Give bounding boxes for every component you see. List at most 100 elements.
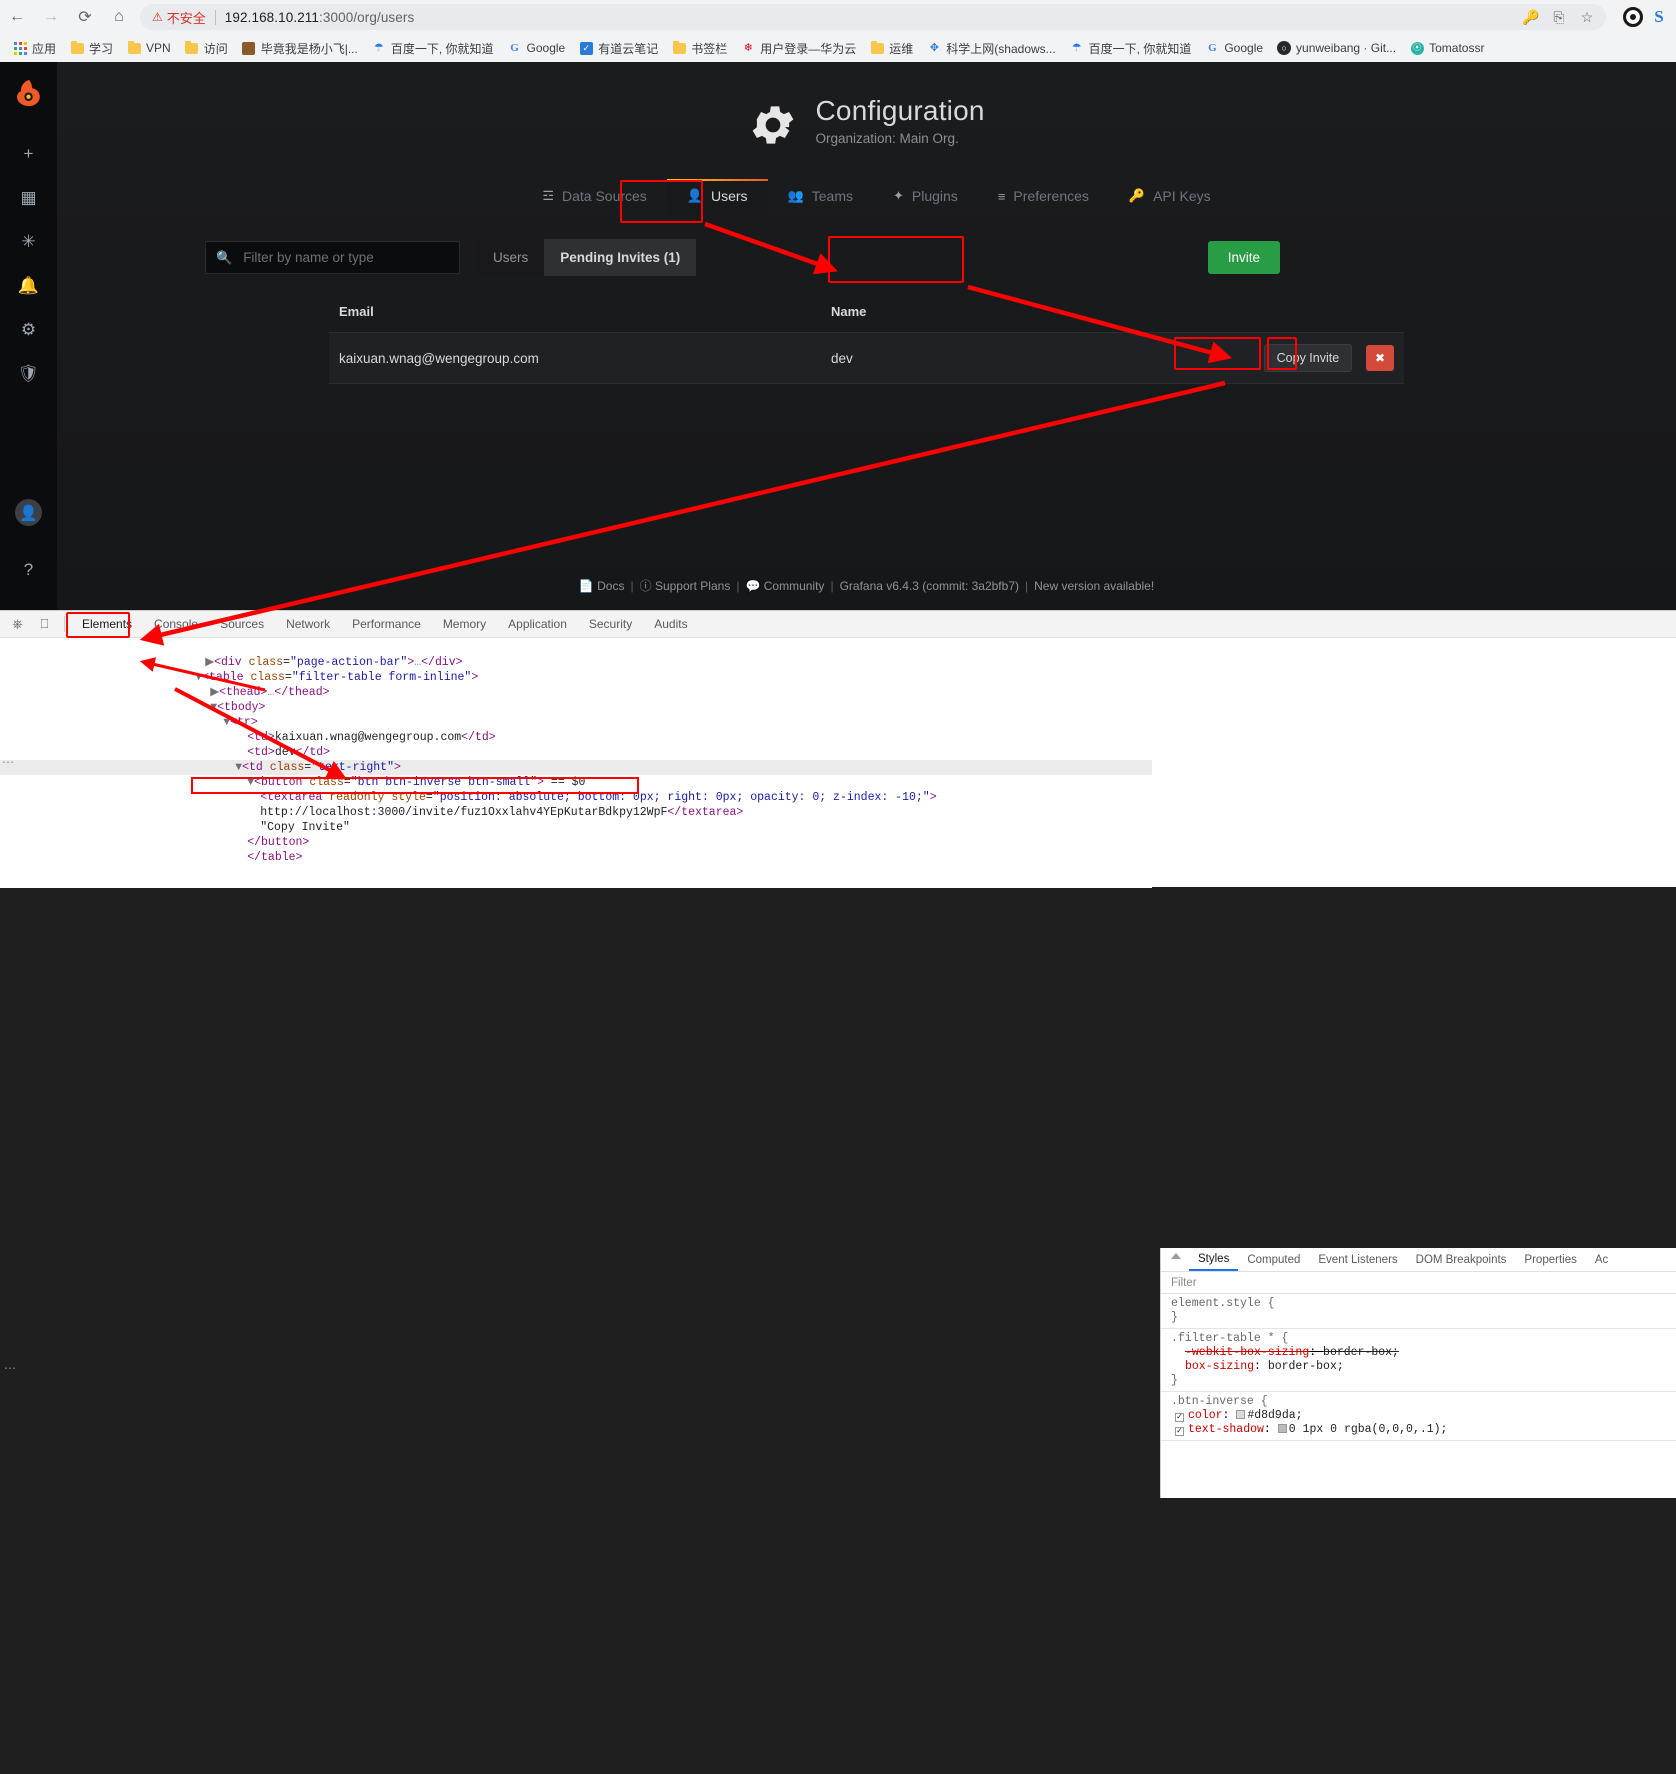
tab-data-sources[interactable]: ☲ Data Sources xyxy=(522,179,666,215)
omnibox-divider xyxy=(214,9,216,25)
sidebar-user-avatar[interactable]: 👤 xyxy=(15,499,42,526)
styles-tab-event-listeners[interactable]: Event Listeners xyxy=(1309,1248,1406,1271)
bookmark-shadowsocks[interactable]: ✥ 科学上网(shadows... xyxy=(920,36,1062,60)
style-rule[interactable]: element.style { } xyxy=(1161,1294,1676,1329)
devtools-tab-performance[interactable]: Performance xyxy=(341,611,432,637)
sidebar-item-alerting[interactable]: 🔔 xyxy=(0,264,57,308)
tab-preferences[interactable]: ≡ Preferences xyxy=(978,179,1109,215)
style-rule[interactable]: .btn-inverse { ✓ color: #d8d9da; ✓ text-sh… xyxy=(1161,1392,1676,1441)
bookmark-tomatossr[interactable]: ⦿ Tomatossr xyxy=(1403,36,1491,60)
dom-line[interactable]: </table> xyxy=(0,835,1152,864)
bookmark-huawei[interactable]: ❄ 用户登录—华为云 xyxy=(734,36,863,60)
filter-search-box[interactable]: 🔍 xyxy=(205,241,460,274)
sidebar-item-explore[interactable]: ✳ xyxy=(0,220,57,264)
bookmark-youdao[interactable]: ✓ 有道云笔记 xyxy=(572,36,665,60)
key-icon[interactable]: 🔑 xyxy=(1518,4,1544,30)
bookmark-vpn[interactable]: VPN xyxy=(120,36,178,60)
devtools-tab-security[interactable]: Security xyxy=(578,611,643,637)
dom-line[interactable]: </button> xyxy=(0,820,1152,849)
devtools-tab-application[interactable]: Application xyxy=(497,611,578,637)
bookmark-label: Google xyxy=(526,41,566,55)
sidebar-item-dashboards[interactable]: ▦ xyxy=(0,176,57,220)
devtools-tab-console[interactable]: Console xyxy=(143,611,209,637)
invite-button[interactable]: Invite xyxy=(1207,241,1280,274)
footer-support-link[interactable]: Support Plans xyxy=(655,579,730,593)
sidebar-help-icon[interactable]: ? xyxy=(0,548,57,592)
table-header-row: Email Name xyxy=(329,298,1404,333)
styles-tab-properties[interactable]: Properties xyxy=(1515,1248,1585,1271)
google-icon: G xyxy=(1208,41,1217,54)
devtools-tab-elements[interactable]: Elements xyxy=(71,611,143,637)
tab-teams[interactable]: 👥 Teams xyxy=(768,179,873,215)
translate-icon[interactable]: ⎘ xyxy=(1546,4,1572,30)
profile-avatar-icon[interactable] xyxy=(1623,7,1643,27)
bookmark-label: 应用 xyxy=(32,41,57,56)
extension-s-icon[interactable]: S xyxy=(1648,6,1670,28)
devtools-tab-memory[interactable]: Memory xyxy=(432,611,497,637)
devtools-tab-audits[interactable]: Audits xyxy=(643,611,698,637)
style-declaration[interactable]: ✓ text-shadow: 0 1px 0 rgba(0,0,0,.1); xyxy=(1171,1423,1676,1437)
style-rule[interactable]: .filter-table * { -webkit-box-sizing: bo… xyxy=(1161,1329,1676,1392)
bookmark-fangwen[interactable]: 访问 xyxy=(178,36,235,60)
copy-invite-button[interactable]: Copy Invite xyxy=(1263,344,1353,372)
styles-scroll-up-icon[interactable] xyxy=(1171,1253,1181,1259)
segment-users[interactable]: Users xyxy=(477,239,545,276)
reload-icon[interactable]: ⟳ xyxy=(68,0,102,34)
dom-line-selected[interactable]: ▼<button class="btn btn-inverse btn-smal… xyxy=(0,760,1152,789)
bookmark-apps[interactable]: 应用 xyxy=(6,36,63,60)
inspect-element-icon[interactable]: ⎈ xyxy=(4,612,31,637)
style-declaration[interactable]: box-sizing: border-box; xyxy=(1171,1360,1676,1374)
bookmark-star-icon[interactable]: ☆ xyxy=(1574,4,1600,30)
security-status[interactable]: ⚠ 不安全 xyxy=(152,8,206,27)
bookmark-baidu-1[interactable]: ☂ 百度一下, 你就知道 xyxy=(365,36,501,60)
shadow-swatch[interactable] xyxy=(1277,1424,1287,1433)
bookmark-google-1[interactable]: G Google xyxy=(501,36,573,60)
address-bar[interactable]: ⚠ 不安全 192.168.10.211:3000/org/users 🔑 ⎘ … xyxy=(140,4,1606,30)
grafana-logo-icon[interactable] xyxy=(12,76,46,110)
style-declaration[interactable]: ✓ color: #d8d9da; xyxy=(1171,1409,1676,1423)
forward-icon[interactable]: → xyxy=(34,0,68,34)
sidebar-item-create[interactable]: + xyxy=(0,132,57,176)
footer-docs-link[interactable]: Docs xyxy=(597,579,624,593)
device-toolbar-icon[interactable]: ⎕ xyxy=(31,612,58,637)
bookmark-xuexi[interactable]: 学习 xyxy=(63,36,120,60)
tab-plugins[interactable]: ✦ Plugins xyxy=(873,179,978,215)
bookmark-yunwei[interactable]: 运维 xyxy=(863,36,920,60)
bookmark-yangxiaofei[interactable]: 毕竟我是杨小飞|... xyxy=(235,36,365,60)
delete-invite-button[interactable]: ✖ xyxy=(1365,345,1394,371)
cell-name: dev xyxy=(821,332,1241,384)
dom-overflow-ellipsis[interactable]: ⋯ xyxy=(2,756,15,771)
style-enabled-checkbox[interactable]: ✓ xyxy=(1175,1427,1184,1436)
tab-label: Teams xyxy=(811,188,853,204)
devtools-more-options-icon[interactable]: ⋯ xyxy=(4,1361,17,1375)
dom-line[interactable]: ▶<div class="page-action-bar">…</div> xyxy=(0,640,1152,669)
dom-line[interactable]: ▼<td class="text-right"> xyxy=(0,745,1152,774)
style-value: #d8d9da; xyxy=(1247,1409,1303,1422)
bookmark-google-2[interactable]: G Google xyxy=(1198,36,1270,60)
sidebar-item-server-admin[interactable]: 🛡 xyxy=(0,352,57,396)
devtools-tab-sources[interactable]: Sources xyxy=(209,611,275,637)
sidebar-item-configuration[interactable]: ⚙ xyxy=(0,308,57,352)
tab-api-keys[interactable]: 🔑 API Keys xyxy=(1109,179,1231,215)
dom-tree-pane[interactable]: ▶<div class="page-action-bar">…</div> ▼<… xyxy=(0,638,1152,888)
color-swatch[interactable] xyxy=(1236,1410,1246,1419)
home-icon[interactable]: ⌂ xyxy=(102,0,136,34)
bookmark-shuqianlan[interactable]: 书签栏 xyxy=(665,36,734,60)
footer-update-link[interactable]: New version available! xyxy=(1034,579,1154,593)
segment-pending-invites[interactable]: Pending Invites (1) xyxy=(544,239,697,276)
tab-users[interactable]: 👤 Users xyxy=(666,179,768,215)
back-icon[interactable]: ← xyxy=(0,0,34,34)
style-enabled-checkbox[interactable]: ✓ xyxy=(1175,1413,1184,1422)
search-input[interactable] xyxy=(241,249,449,266)
styles-tab-accessibility[interactable]: Ac xyxy=(1586,1248,1617,1271)
bookmark-baidu-2[interactable]: ☂ 百度一下, 你就知道 xyxy=(1063,36,1199,60)
styles-filter-input[interactable]: Filter xyxy=(1161,1272,1676,1294)
bookmark-label: Google xyxy=(1224,41,1264,55)
styles-tab-computed[interactable]: Computed xyxy=(1238,1248,1309,1271)
styles-tab-dom-breakpoints[interactable]: DOM Breakpoints xyxy=(1407,1248,1516,1271)
footer-community-link[interactable]: Community xyxy=(764,579,825,593)
bookmark-github[interactable]: ○ yunweibang · Git... xyxy=(1270,36,1403,60)
styles-tab-styles[interactable]: Styles xyxy=(1189,1248,1239,1271)
style-declaration[interactable]: -webkit-box-sizing: border-box; xyxy=(1171,1346,1676,1360)
devtools-tab-network[interactable]: Network xyxy=(275,611,341,637)
